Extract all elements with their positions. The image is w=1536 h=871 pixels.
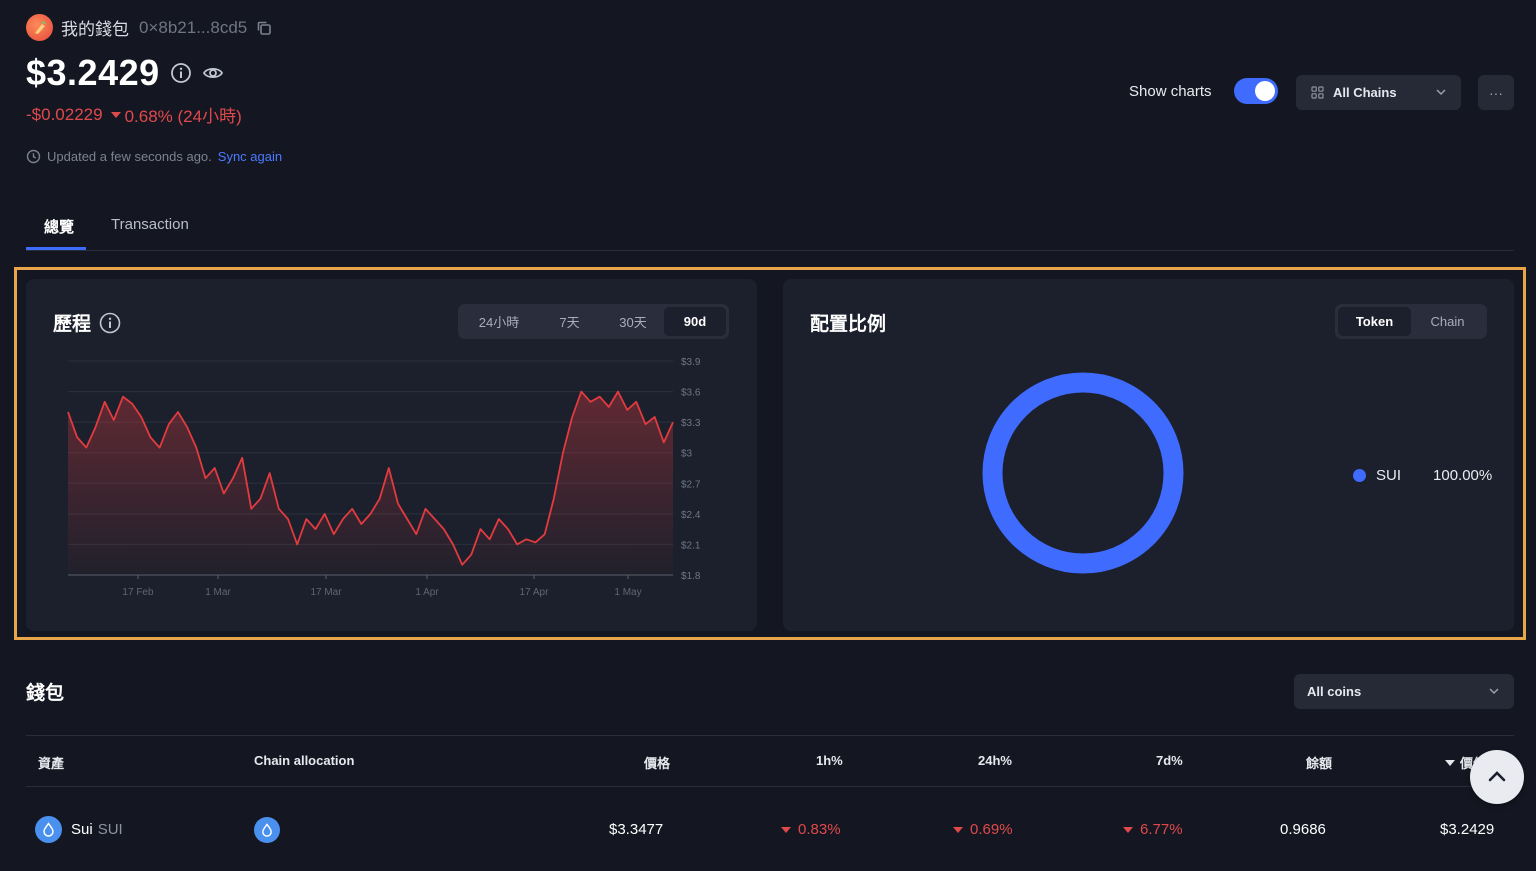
y-tick-label: $2.1 xyxy=(681,540,701,551)
toggle-knob xyxy=(1255,81,1275,101)
sui-icon xyxy=(35,816,62,843)
down-triangle-icon xyxy=(953,826,963,833)
coins-filter-select[interactable]: All coins xyxy=(1294,674,1514,709)
allocation-donut-chart xyxy=(982,372,1184,574)
cell-24h: 0.69% xyxy=(953,821,1013,838)
col-chain-allocation[interactable]: Chain allocation xyxy=(254,753,354,768)
chevron-up-icon xyxy=(1488,771,1506,782)
y-tick-label: $2.7 xyxy=(681,479,701,490)
balance-row: $3.2429 xyxy=(26,52,224,94)
y-tick-label: $3 xyxy=(681,449,693,460)
cell-7d: 6.77% xyxy=(1123,821,1183,838)
chevron-down-icon xyxy=(1436,89,1446,96)
col-asset[interactable]: 資產 xyxy=(38,753,64,772)
allocation-card: 配置比例 Token Chain SUI 100.00% xyxy=(783,279,1514,631)
change-amount: -$0.02229 xyxy=(26,104,103,124)
coins-filter-label: All coins xyxy=(1307,684,1362,699)
show-charts-toggle[interactable] xyxy=(1234,78,1278,104)
sync-again-link[interactable]: Sync again xyxy=(218,149,282,164)
scroll-to-top-button[interactable] xyxy=(1470,750,1524,804)
legend-dot xyxy=(1353,469,1366,482)
cell-value: $3.2429 xyxy=(1440,821,1495,838)
tab-bar: 總覽 Transaction xyxy=(26,200,1514,251)
table-row-asset[interactable]: Sui SUI xyxy=(35,816,123,843)
cell-24h-value: 0.69% xyxy=(970,821,1013,838)
table-header-divider xyxy=(26,786,1514,787)
sync-status: Updated a few seconds ago. Sync again xyxy=(26,149,282,164)
asset-symbol: SUI xyxy=(97,821,123,838)
allocation-legend: SUI 100.00% xyxy=(1353,467,1492,484)
chevron-down-icon xyxy=(1489,688,1499,695)
y-tick-label: $1.8 xyxy=(681,571,701,582)
x-tick-label: 1 May xyxy=(614,587,641,598)
change-percent: 0.68% (24小時) xyxy=(124,107,242,126)
table-divider xyxy=(26,735,1514,736)
down-triangle-icon xyxy=(781,826,791,833)
donut-slice-sui xyxy=(982,372,1184,574)
more-options-button[interactable]: ··· xyxy=(1478,75,1514,110)
asset-name: Sui xyxy=(71,821,93,838)
price-history-chart: $3.9 $3.6 $3.3 $3 $2.7 $2.4 $2.1 $1.8 17 Feb 1 Ma… xyxy=(67,357,701,598)
updated-text: Updated a few seconds ago. xyxy=(47,149,212,164)
eye-icon[interactable] xyxy=(202,62,224,84)
legend-percent: 100.00% xyxy=(1433,467,1493,484)
active-tab-indicator xyxy=(26,247,86,250)
y-tick-label: $2.4 xyxy=(681,510,701,521)
col-7d[interactable]: 7d% xyxy=(1156,753,1183,768)
cell-1h: 0.83% xyxy=(781,821,841,838)
col-balance[interactable]: 餘額 xyxy=(1306,753,1332,772)
down-triangle-icon xyxy=(110,111,121,118)
grid-icon xyxy=(1311,86,1324,99)
x-tick-label: 1 Mar xyxy=(205,587,231,598)
total-balance: $3.2429 xyxy=(26,52,160,93)
col-24h[interactable]: 24h% xyxy=(978,753,1012,768)
chain-sui-icon xyxy=(254,817,280,843)
show-charts-label: Show charts xyxy=(1129,83,1212,100)
wallet-section-title: 錢包 xyxy=(26,683,65,704)
cell-7d-value: 6.77% xyxy=(1140,821,1183,838)
clock-icon xyxy=(26,149,41,164)
copy-icon[interactable] xyxy=(255,19,273,37)
wallet-avatar-icon xyxy=(26,14,53,41)
tab-overview[interactable]: 總覽 xyxy=(44,216,74,237)
sort-desc-icon xyxy=(1445,759,1455,766)
x-tick-label: 17 Feb xyxy=(122,587,154,598)
y-tick-label: $3.6 xyxy=(681,388,701,399)
wallet-header: 我的錢包 0×8b21...8cd5 xyxy=(26,14,273,41)
down-triangle-icon xyxy=(1123,826,1133,833)
x-tick-label: 17 Mar xyxy=(310,587,342,598)
x-tick-label: 17 Apr xyxy=(520,587,550,598)
legend-name: SUI xyxy=(1376,467,1402,484)
col-1h[interactable]: 1h% xyxy=(816,753,843,768)
cell-price: $3.3477 xyxy=(609,821,664,838)
chain-selector[interactable]: All Chains xyxy=(1296,75,1461,110)
history-card: 歷程 24小時 7天 30天 90d $3.9 $3.6 $3.3 $3 $2.7 $2.… xyxy=(26,279,757,631)
cell-1h-value: 0.83% xyxy=(798,821,841,838)
info-icon[interactable] xyxy=(170,62,192,84)
y-tick-label: $3.3 xyxy=(681,418,701,429)
cell-balance: 0.9686 xyxy=(1280,821,1326,838)
chain-selector-label: All Chains xyxy=(1333,85,1397,100)
x-tick-label: 1 Apr xyxy=(415,587,439,598)
tab-transaction[interactable]: Transaction xyxy=(111,216,189,233)
col-price[interactable]: 價格 xyxy=(644,753,670,772)
wallet-name: 我的錢包 xyxy=(61,20,129,39)
balance-change: -$0.02229 0.68% (24小時) xyxy=(26,102,242,127)
wallet-address: 0×8b21...8cd5 xyxy=(139,17,248,37)
y-tick-label: $3.9 xyxy=(681,357,701,368)
